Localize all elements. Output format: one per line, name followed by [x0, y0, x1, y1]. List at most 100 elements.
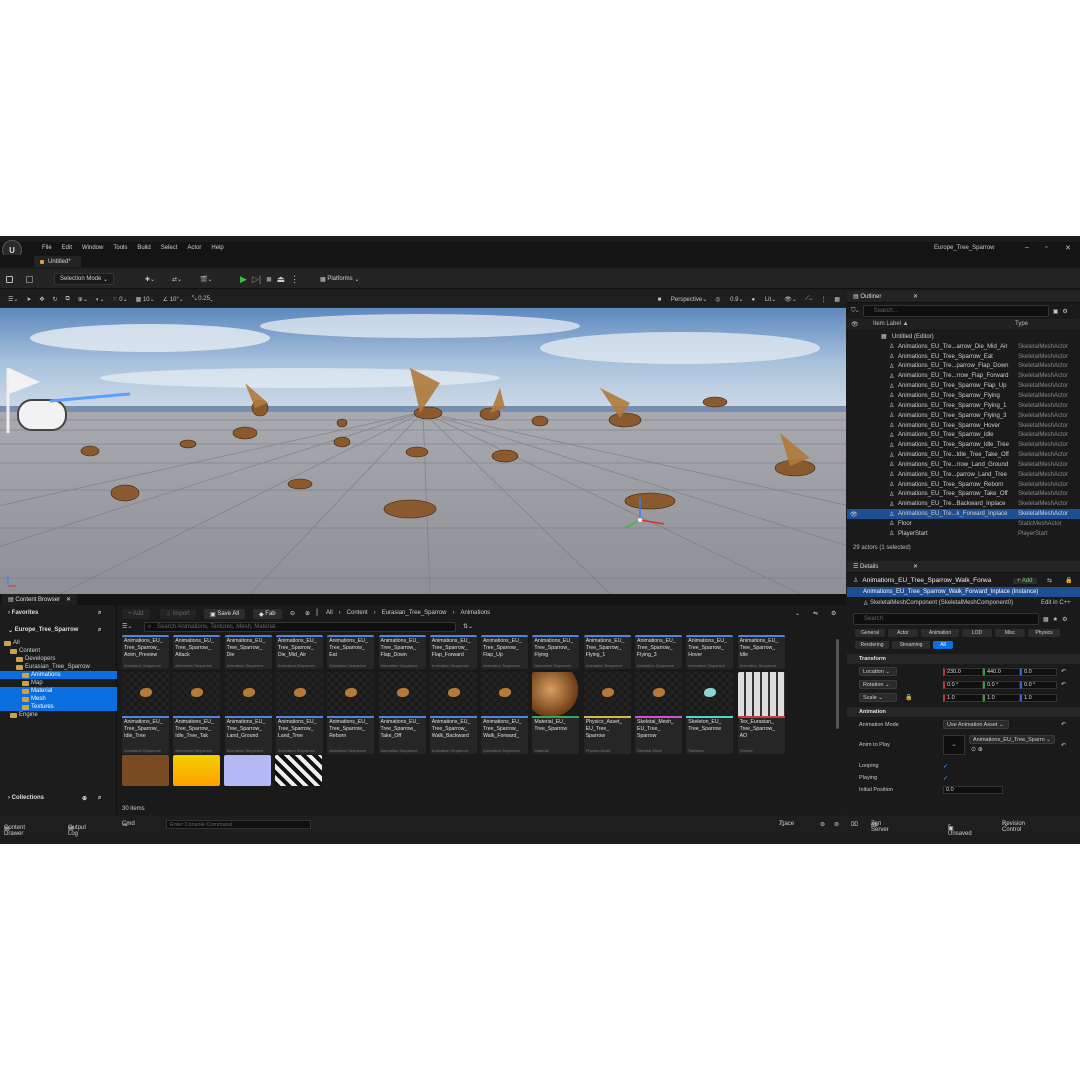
asset-tile[interactable]: Animations_EU_ Tree_Sparrow_ Flying_1 Ani…: [583, 635, 631, 669]
stop-icon[interactable]: ■: [266, 274, 271, 284]
column-type[interactable]: Type: [1015, 321, 1028, 327]
content-settings-icon[interactable]: ⚙: [831, 610, 836, 617]
filter-physics[interactable]: Physics: [1028, 629, 1060, 637]
save-icon[interactable]: [6, 273, 16, 285]
surface-snap-icon[interactable]: ◐⌄: [96, 296, 105, 303]
outliner-row[interactable]: ♙ Animations_EU_Tree_Sparrow_Flap_Up Skele…: [847, 381, 1080, 391]
asset-tile[interactable]: Animations_EU_ Tree_Sparrow_ Take_Off Ani…: [378, 672, 426, 754]
folder-item[interactable]: Eurasian_Tree_Sparrow: [0, 663, 117, 671]
project-header[interactable]: ⌄ Europe_Tree_Sparrow ⌕: [0, 624, 117, 636]
asset-tile[interactable]: Animations_EU_ Tree_Sparrow_ Flying Anima…: [532, 635, 580, 669]
folder-item[interactable]: Mesh: [0, 695, 117, 703]
perspective-dropdown[interactable]: ■ Perspective⌄: [658, 296, 708, 303]
breadcrumb-item[interactable]: All: [326, 610, 333, 616]
folder-item[interactable]: Animations: [0, 671, 117, 679]
scale-tool-icon[interactable]: ⧉: [66, 296, 70, 303]
rotation-z[interactable]: 0.0 °: [1020, 680, 1057, 689]
more-options-icon[interactable]: ⋮: [290, 274, 299, 285]
outliner-close-icon[interactable]: ✕: [913, 293, 918, 300]
menu-help[interactable]: Help: [211, 245, 223, 251]
scale-x[interactable]: 1.0: [943, 693, 983, 702]
filter-all[interactable]: All: [933, 641, 953, 649]
details-search-input[interactable]: Search: [853, 613, 1039, 625]
anim-to-play-dropdown[interactable]: Animations_EU_Tree_Sparro ⌄: [969, 735, 1055, 744]
asset-search-input[interactable]: ⌕ Search Animations, Textures, Mesh, Mat…: [144, 622, 456, 632]
asset-tile[interactable]: [122, 755, 169, 786]
folder-item[interactable]: Developers: [0, 655, 117, 663]
back-icon[interactable]: ⊖: [290, 610, 295, 617]
rotate-tool-icon[interactable]: ↻: [52, 296, 57, 303]
content-browser-close-icon[interactable]: ✕: [66, 596, 71, 603]
filter-rendering[interactable]: Rendering: [855, 641, 889, 649]
folder-item[interactable]: Material: [0, 687, 117, 695]
outliner-row[interactable]: ♙ Animations_EU_Tree_Sparrow_Reborn Skelet…: [847, 480, 1080, 490]
outliner-row[interactable]: ♙ Animations_EU_Tre...parrow_Flap_Down Ske…: [847, 362, 1080, 372]
add-collection-icon[interactable]: ⊕: [82, 795, 87, 802]
zen-server-dropdown[interactable]: ▤ Zen Server ⌄: [871, 821, 889, 833]
filter-misc[interactable]: Misc: [995, 629, 1025, 637]
folder-item[interactable]: Content: [0, 647, 117, 655]
minimize-button[interactable]: –: [1025, 244, 1029, 251]
history-icon[interactable]: ⇋: [813, 610, 818, 617]
asset-tile[interactable]: Animations_EU_ Tree_Sparrow_ Flap_Down An…: [378, 635, 426, 669]
scale-y[interactable]: 1.0: [983, 693, 1020, 702]
grid-icon[interactable]: ▦: [1043, 616, 1049, 623]
add-component-button[interactable]: + Add: [1013, 577, 1037, 584]
asset-tile[interactable]: Animations_EU_ Tree_Sparrow_ Eat Animatio…: [327, 635, 375, 669]
asset-tile[interactable]: Animations_EU_ Tree_Sparrow_ Idle_Tree An…: [122, 672, 169, 754]
asset-tile[interactable]: Tex_Eurasian_ Tree_Sparrow_ AO Texture: [737, 672, 785, 754]
outliner-row[interactable]: ♙ Animations_EU_Tree_Sparrow_Flying Skelet…: [847, 391, 1080, 401]
menu-window[interactable]: Window: [82, 245, 103, 251]
trace-dropdown[interactable]: ⟋ Trace ⌄: [779, 821, 794, 828]
outliner-row[interactable]: ♙ Animations_EU_Tre...Idle_Tree_Take_Off S…: [847, 450, 1080, 460]
cloud-icon[interactable]: ⊚: [834, 821, 839, 828]
component-row[interactable]: ♙ SkeletalMeshComponent (SkeletalMeshCom…: [847, 598, 1080, 608]
translate-snap-icon[interactable]: ▦ 10⌄: [136, 296, 155, 303]
trash-icon[interactable]: ⌧: [851, 821, 858, 828]
initial-position-input[interactable]: 0.0: [943, 786, 1003, 794]
location-z[interactable]: 0.0: [1020, 667, 1057, 676]
add-actor-icon[interactable]: ✚⌄: [145, 273, 155, 285]
asset-tile[interactable]: [173, 755, 220, 786]
asset-tile[interactable]: Animations_EU_ Tree_Sparrow_ Land_Ground…: [224, 672, 272, 754]
column-item-label[interactable]: Item Label ▲: [873, 321, 909, 327]
grid-snap-icon[interactable]: ⁙ 0⌄: [113, 296, 128, 303]
favorite-star-icon[interactable]: ★: [1053, 616, 1058, 623]
favorites-header[interactable]: › Favorites ⌕: [0, 607, 117, 619]
scale-lock-icon[interactable]: 🔒: [905, 694, 912, 701]
anim-thumbnail[interactable]: ⌁: [943, 735, 965, 755]
fov-dropdown[interactable]: ◎ 0.9⌄: [715, 296, 743, 303]
reset-location-icon[interactable]: ↶: [1061, 668, 1066, 675]
asset-tile[interactable]: [275, 755, 322, 786]
details-close-icon[interactable]: ✕: [913, 563, 918, 570]
reset-animation-mode-icon[interactable]: ↶: [1061, 721, 1066, 728]
location-dropdown[interactable]: Location ⌄: [859, 667, 897, 676]
asset-scrollbar[interactable]: [836, 639, 839, 729]
asset-tile[interactable]: Animations_EU_ Tree_Sparrow_ Walk_Backwa…: [429, 672, 477, 754]
step-icon[interactable]: ▷|: [252, 274, 261, 285]
revision-control-dropdown[interactable]: ⑂ Revision Control ⌄: [1002, 821, 1025, 833]
realtime-icon[interactable]: ⟋⌄: [805, 296, 812, 303]
world-local-icon[interactable]: ⊕⌄: [78, 296, 88, 303]
outliner-row[interactable]: ♙ Animations_EU_Tre...rrow_Flap_Forward Sk…: [847, 371, 1080, 381]
folder-item[interactable]: Engine: [0, 711, 117, 719]
project-search-icon[interactable]: ⌕: [98, 627, 101, 634]
sort-icon[interactable]: ⇅⌄: [463, 623, 473, 630]
scale-z[interactable]: 1.0: [1020, 693, 1057, 702]
level-viewport[interactable]: ☰⌄ ➤ ✥ ↻ ⧉ ⊕⌄ ◐⌄ ⁙ 0⌄ ▦ 10⌄ ∠ 10°⌄ ⤡ 0.2…: [0, 291, 846, 594]
layout-icon[interactable]: ▦: [834, 296, 840, 303]
asset-tile[interactable]: Animations_EU_ Tree_Sparrow_ Flap_Forwar…: [429, 635, 477, 669]
scale-snap-icon[interactable]: ⤡ 0.25⌄: [192, 296, 213, 303]
rotate-snap-icon[interactable]: ∠ 10°⌄: [163, 296, 184, 303]
rotation-dropdown[interactable]: Rotation ⌄: [859, 680, 897, 689]
menu-tools[interactable]: Tools: [113, 245, 127, 251]
animation-section[interactable]: Animation: [847, 707, 1080, 717]
breadcrumb-dropdown-icon[interactable]: ⌄: [795, 610, 800, 617]
rotation-x[interactable]: 0.0 °: [943, 680, 983, 689]
asset-tile[interactable]: Animations_EU_ Tree_Sparrow_ Walk_Forwar…: [481, 672, 529, 754]
favorites-search-icon[interactable]: ⌕: [98, 610, 101, 617]
close-button[interactable]: ✕: [1065, 244, 1071, 252]
filter-actor[interactable]: Actor: [888, 629, 918, 637]
asset-tile[interactable]: Animations_EU_ Tree_Sparrow_ Die Animatio…: [224, 635, 272, 669]
animation-mode-dropdown[interactable]: Use Animation Asset ⌄: [943, 720, 1009, 729]
